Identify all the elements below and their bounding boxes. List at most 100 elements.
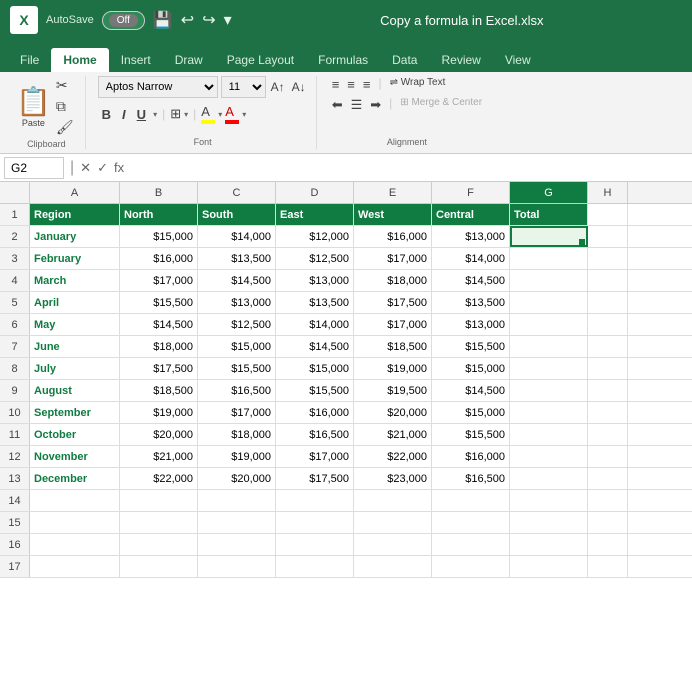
cell-a15[interactable] xyxy=(30,512,120,533)
tab-file[interactable]: File xyxy=(8,48,51,72)
align-top-left[interactable]: ≡ xyxy=(329,76,343,93)
copy-button[interactable]: ⧉ xyxy=(53,97,77,116)
cell-b11[interactable]: $20,000 xyxy=(120,424,198,445)
cell-c2[interactable]: $14,000 xyxy=(198,226,276,247)
cell-g12[interactable] xyxy=(510,446,588,467)
cell-a13[interactable]: December xyxy=(30,468,120,489)
cell-e6[interactable]: $17,000 xyxy=(354,314,432,335)
cell-f3[interactable]: $14,000 xyxy=(432,248,510,269)
cell-c11[interactable]: $18,000 xyxy=(198,424,276,445)
cell-f11[interactable]: $15,500 xyxy=(432,424,510,445)
cell-d3[interactable]: $12,500 xyxy=(276,248,354,269)
col-header-a[interactable]: A xyxy=(30,182,120,203)
cell-e13[interactable]: $23,000 xyxy=(354,468,432,489)
cell-e8[interactable]: $19,000 xyxy=(354,358,432,379)
tab-view[interactable]: View xyxy=(493,48,543,72)
cell-a6[interactable]: May xyxy=(30,314,120,335)
cell-c7[interactable]: $15,000 xyxy=(198,336,276,357)
cell-d4[interactable]: $13,000 xyxy=(276,270,354,291)
cell-h16[interactable] xyxy=(588,534,628,555)
cell-e1[interactable]: West xyxy=(354,204,432,225)
cell-e14[interactable] xyxy=(354,490,432,511)
cell-h13[interactable] xyxy=(588,468,628,489)
merge-center-button[interactable]: ⊞ Merge & Center xyxy=(397,96,485,114)
cell-d9[interactable]: $15,500 xyxy=(276,380,354,401)
cell-h6[interactable] xyxy=(588,314,628,335)
cell-g10[interactable] xyxy=(510,402,588,423)
cell-h10[interactable] xyxy=(588,402,628,423)
cell-f5[interactable]: $13,500 xyxy=(432,292,510,313)
cell-d6[interactable]: $14,000 xyxy=(276,314,354,335)
format-painter-button[interactable]: 🖌 xyxy=(53,118,77,137)
cell-a9[interactable]: August xyxy=(30,380,120,401)
cell-h3[interactable] xyxy=(588,248,628,269)
cell-f10[interactable]: $15,000 xyxy=(432,402,510,423)
cell-b6[interactable]: $14,500 xyxy=(120,314,198,335)
cell-h11[interactable] xyxy=(588,424,628,445)
cell-h14[interactable] xyxy=(588,490,628,511)
tab-data[interactable]: Data xyxy=(380,48,429,72)
cell-c12[interactable]: $19,000 xyxy=(198,446,276,467)
cell-f6[interactable]: $13,000 xyxy=(432,314,510,335)
cell-e5[interactable]: $17,500 xyxy=(354,292,432,313)
cell-g15[interactable] xyxy=(510,512,588,533)
cell-c6[interactable]: $12,500 xyxy=(198,314,276,335)
underline-button[interactable]: U xyxy=(133,106,150,123)
cell-c16[interactable] xyxy=(198,534,276,555)
formula-insert-icon[interactable]: fx xyxy=(114,160,124,176)
cell-b17[interactable] xyxy=(120,556,198,577)
cell-b12[interactable]: $21,000 xyxy=(120,446,198,467)
cell-a10[interactable]: September xyxy=(30,402,120,423)
tab-home[interactable]: Home xyxy=(51,48,108,72)
cell-d10[interactable]: $16,000 xyxy=(276,402,354,423)
cell-a3[interactable]: February xyxy=(30,248,120,269)
cell-f16[interactable] xyxy=(432,534,510,555)
col-header-c[interactable]: C xyxy=(198,182,276,203)
cell-c5[interactable]: $13,000 xyxy=(198,292,276,313)
cell-b1[interactable]: North xyxy=(120,204,198,225)
tab-formulas[interactable]: Formulas xyxy=(306,48,380,72)
cell-h4[interactable] xyxy=(588,270,628,291)
cell-g3[interactable] xyxy=(510,248,588,269)
cell-g2[interactable] xyxy=(510,226,588,247)
cell-g6[interactable] xyxy=(510,314,588,335)
cell-b8[interactable]: $17,500 xyxy=(120,358,198,379)
cell-e11[interactable]: $21,000 xyxy=(354,424,432,445)
wrap-text-button[interactable]: ⇌ Wrap Text xyxy=(387,76,449,93)
cell-g5[interactable] xyxy=(510,292,588,313)
cell-h15[interactable] xyxy=(588,512,628,533)
formula-confirm-icon[interactable]: ✓ xyxy=(97,160,108,176)
cell-d7[interactable]: $14,500 xyxy=(276,336,354,357)
cell-g14[interactable] xyxy=(510,490,588,511)
cell-b7[interactable]: $18,000 xyxy=(120,336,198,357)
cell-b3[interactable]: $16,000 xyxy=(120,248,198,269)
cell-g8[interactable] xyxy=(510,358,588,379)
cell-h12[interactable] xyxy=(588,446,628,467)
align-top-right[interactable]: ≡ xyxy=(360,76,374,93)
cell-c17[interactable] xyxy=(198,556,276,577)
cell-b2[interactable]: $15,000 xyxy=(120,226,198,247)
paste-button[interactable]: 📋 Paste xyxy=(16,85,51,128)
cell-c9[interactable]: $16,500 xyxy=(198,380,276,401)
cell-c14[interactable] xyxy=(198,490,276,511)
cell-a8[interactable]: July xyxy=(30,358,120,379)
col-header-d[interactable]: D xyxy=(276,182,354,203)
cell-c1[interactable]: South xyxy=(198,204,276,225)
cell-e17[interactable] xyxy=(354,556,432,577)
formula-input[interactable] xyxy=(128,161,688,175)
cell-e7[interactable]: $18,500 xyxy=(354,336,432,357)
cell-h7[interactable] xyxy=(588,336,628,357)
cell-a11[interactable]: October xyxy=(30,424,120,445)
autosave-toggle[interactable]: Off xyxy=(102,11,145,30)
cut-button[interactable]: ✂ xyxy=(53,76,77,95)
cell-f15[interactable] xyxy=(432,512,510,533)
cell-h8[interactable] xyxy=(588,358,628,379)
cell-a16[interactable] xyxy=(30,534,120,555)
cell-f13[interactable]: $16,500 xyxy=(432,468,510,489)
cell-g1[interactable]: Total xyxy=(510,204,588,225)
cell-e16[interactable] xyxy=(354,534,432,555)
cell-d12[interactable]: $17,000 xyxy=(276,446,354,467)
cell-f9[interactable]: $14,500 xyxy=(432,380,510,401)
col-header-g[interactable]: G xyxy=(510,182,588,203)
increase-font-size[interactable]: A↑ xyxy=(269,80,287,94)
